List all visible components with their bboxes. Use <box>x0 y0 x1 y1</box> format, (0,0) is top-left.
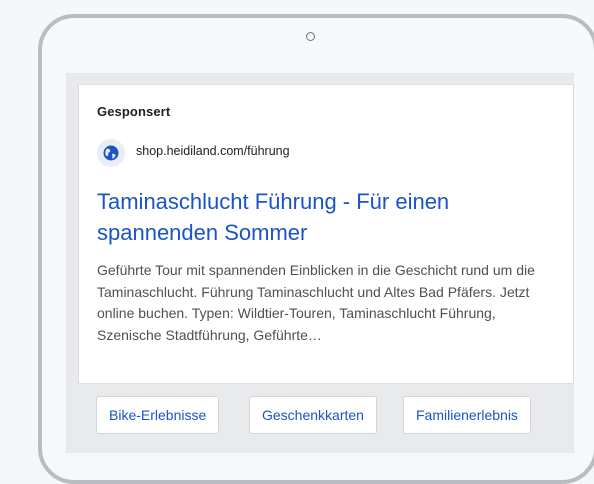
sponsored-label: Gesponsert <box>97 104 171 119</box>
ad-description: Geführte Tour mit spannenden Einblicken … <box>97 262 535 343</box>
ad-headline-link[interactable]: Taminaschlucht Führung - Für einen spann… <box>97 186 547 248</box>
sitelink-familienerlebnis[interactable]: Familienerlebnis <box>403 396 531 434</box>
favicon-badge[interactable] <box>97 139 125 167</box>
sitelink-bike-erlebnisse[interactable]: Bike-Erlebnisse <box>96 396 220 434</box>
sitelink-geschenkkarten[interactable]: Geschenkkarten <box>249 396 377 434</box>
display-url[interactable]: shop.heidiland.com/führung <box>136 144 290 158</box>
sitelink-chips: Bike-Erlebnisse Geschenkkarten Familiene… <box>96 396 574 436</box>
camera-icon <box>306 32 315 41</box>
globe-icon <box>103 145 119 161</box>
